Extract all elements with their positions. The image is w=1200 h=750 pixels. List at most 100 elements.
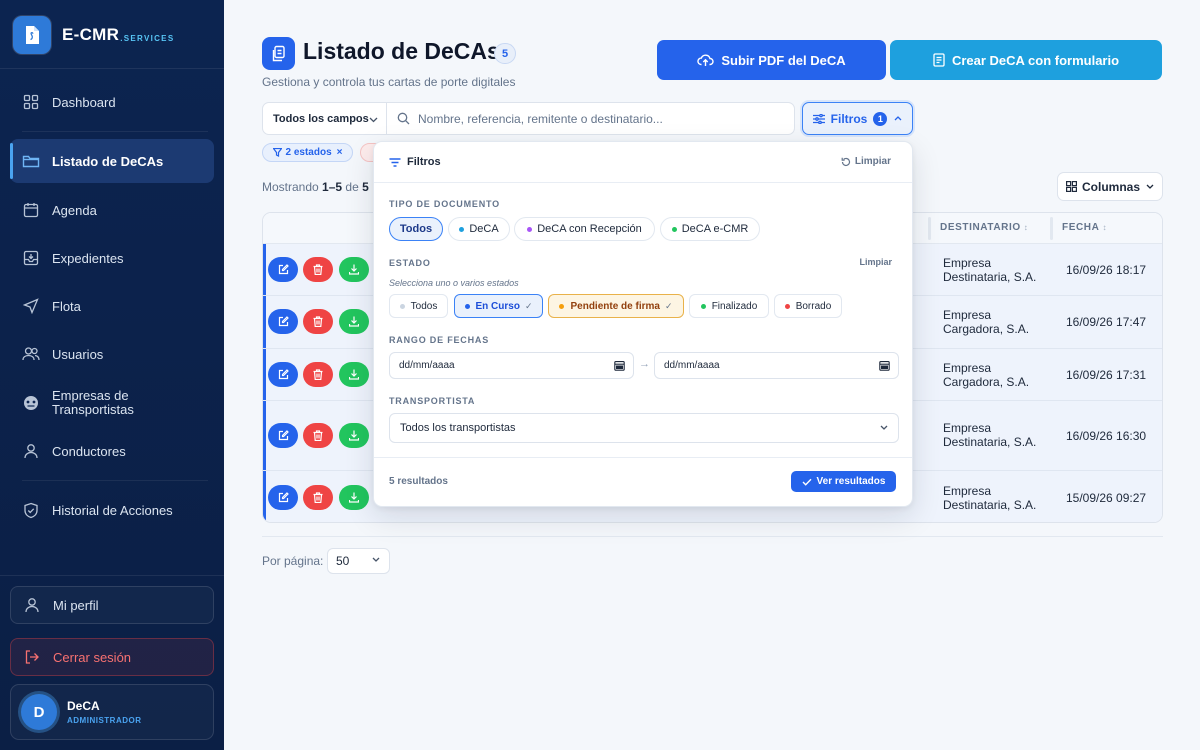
archive-icon: [22, 249, 40, 267]
calendar-icon: [22, 201, 40, 219]
reset-icon: [841, 157, 851, 167]
sidebar-item-usuarios[interactable]: Usuarios: [10, 332, 214, 376]
date-from-input[interactable]: dd/mm/aaaa: [389, 352, 634, 379]
sidebar-item-agenda[interactable]: Agenda: [10, 188, 214, 232]
divider: [262, 536, 1163, 537]
download-button[interactable]: [339, 485, 369, 510]
per-page-select[interactable]: 50: [327, 548, 390, 574]
download-button[interactable]: [339, 257, 369, 282]
carrier-select[interactable]: Todos los transportistas: [389, 413, 899, 443]
user-name: DeCA: [67, 699, 100, 713]
brand-sub: .SERVICES: [120, 33, 175, 43]
state-option-pendiente[interactable]: Pendiente de firma ✓: [548, 294, 684, 318]
edit-button[interactable]: [268, 423, 298, 448]
column-header-fecha[interactable]: FECHA ↕: [1062, 222, 1107, 233]
sidebar-item-listado[interactable]: Listado de DeCAs: [10, 139, 214, 183]
grid-icon: [22, 93, 40, 111]
sidebar-item-label: Listado de DeCAs: [52, 153, 164, 169]
upload-pdf-button[interactable]: Subir PDF del DeCA: [657, 40, 886, 80]
logout-button[interactable]: Cerrar sesión: [10, 638, 214, 676]
divider: [22, 480, 208, 481]
logout-label: Cerrar sesión: [53, 649, 132, 665]
create-form-button[interactable]: Crear DeCA con formulario: [890, 40, 1162, 80]
cell-destinatario: Empresa Cargadora, S.A.: [943, 308, 1030, 336]
profile-button[interactable]: Mi perfil: [10, 586, 214, 624]
state-option-finalizado[interactable]: Finalizado: [689, 294, 769, 318]
chip-label: 2 estados: [285, 147, 332, 158]
create-form-label: Crear DeCA con formulario: [951, 52, 1120, 68]
delete-button[interactable]: [303, 423, 333, 448]
date-to-input[interactable]: dd/mm/aaaa: [654, 352, 899, 379]
filters-button[interactable]: Filtros 1: [802, 102, 913, 135]
search-field-select[interactable]: Todos los campos: [262, 102, 387, 135]
brand[interactable]: E-CMR .SERVICES: [13, 16, 174, 54]
brand-name: E-CMR: [62, 25, 120, 44]
edit-button[interactable]: [268, 309, 298, 334]
users-icon: [22, 345, 40, 363]
profile-label: Mi perfil: [53, 597, 99, 613]
documents-icon: [262, 37, 295, 70]
edit-button[interactable]: [268, 257, 298, 282]
sidebar-item-flota[interactable]: Flota: [10, 284, 214, 328]
search-input[interactable]: [418, 111, 778, 126]
sidebar-item-expedientes[interactable]: Expedientes: [10, 236, 214, 280]
sidebar-item-dashboard[interactable]: Dashboard: [10, 80, 214, 124]
sidebar-item-label: Expedientes: [52, 250, 124, 266]
clear-state-button[interactable]: Limpiar: [859, 257, 892, 267]
column-header-destinatario[interactable]: DESTINATARIO ↕: [940, 222, 1028, 233]
columns-button[interactable]: Columnas: [1057, 172, 1163, 201]
doc-type-option-todos[interactable]: Todos: [389, 217, 443, 241]
download-button[interactable]: [339, 362, 369, 387]
state-option-todos[interactable]: Todos: [389, 294, 448, 318]
delete-button[interactable]: [303, 309, 333, 334]
delete-button[interactable]: [303, 485, 333, 510]
delete-button[interactable]: [303, 257, 333, 282]
sidebar-item-empresas[interactable]: Empresas de Transportistas: [10, 381, 214, 425]
delete-button[interactable]: [303, 362, 333, 387]
chevron-down-icon: [1146, 184, 1154, 189]
logout-icon: [23, 648, 41, 666]
apply-filters-button[interactable]: Ver resultados: [791, 471, 896, 492]
carrier-label: TRANSPORTISTA: [389, 396, 476, 406]
check-icon: ✓: [664, 300, 673, 311]
divider: [0, 575, 224, 576]
divider: [0, 68, 224, 69]
clear-all-filters-button[interactable]: Limpiar: [841, 156, 891, 167]
search-box[interactable]: [386, 102, 795, 135]
user-icon: [22, 442, 40, 460]
download-button[interactable]: [339, 423, 369, 448]
calendar-icon: [879, 360, 890, 371]
state-option-borrado[interactable]: Borrado: [774, 294, 842, 318]
search-field-value: Todos los campos: [273, 112, 369, 125]
close-icon[interactable]: ×: [337, 147, 343, 158]
sort-icon: ↕: [1023, 223, 1029, 232]
showing-summary: Mostrando 1–5 de 5 D: [262, 180, 381, 194]
download-button[interactable]: [339, 309, 369, 334]
sidebar-item-historial[interactable]: Historial de Acciones: [10, 488, 214, 532]
folder-icon: [22, 152, 40, 170]
per-page-label: Por página:: [262, 554, 324, 568]
shield-icon: [22, 501, 40, 519]
edit-button[interactable]: [268, 485, 298, 510]
user-card[interactable]: D DeCA ADMINISTRADOR: [10, 684, 214, 740]
page-title: Listado de DeCAs: [303, 38, 500, 64]
sidebar: E-CMR .SERVICES Dashboard Listado de DeC…: [0, 0, 224, 750]
date-range-arrow: →: [639, 358, 650, 370]
document-logo-icon: [13, 16, 51, 54]
doc-type-option-deca[interactable]: DeCA: [448, 217, 510, 241]
cloud-upload-icon: [697, 53, 714, 67]
sidebar-item-conductores[interactable]: Conductores: [10, 429, 214, 473]
edit-button[interactable]: [268, 362, 298, 387]
active-filter-chip-states[interactable]: 2 estados ×: [262, 143, 353, 162]
sidebar-item-label: Conductores: [52, 443, 126, 459]
check-icon: ✓: [524, 300, 533, 311]
filters-label: Filtros: [830, 111, 868, 126]
doc-type-option-deca-ecmr[interactable]: DeCA e-CMR: [660, 217, 760, 241]
filters-count-badge: 1: [873, 111, 888, 126]
doc-type-option-deca-recepcion[interactable]: DeCA con Recepción: [514, 217, 655, 241]
cell-fecha: 16/09/26 17:47: [1066, 315, 1147, 329]
cell-fecha: 16/09/26 17:31: [1066, 368, 1147, 382]
check-icon: [802, 478, 812, 486]
state-option-en-curso[interactable]: En Curso ✓: [454, 294, 543, 318]
doc-type-label: TIPO DE DOCUMENTO: [389, 199, 500, 209]
